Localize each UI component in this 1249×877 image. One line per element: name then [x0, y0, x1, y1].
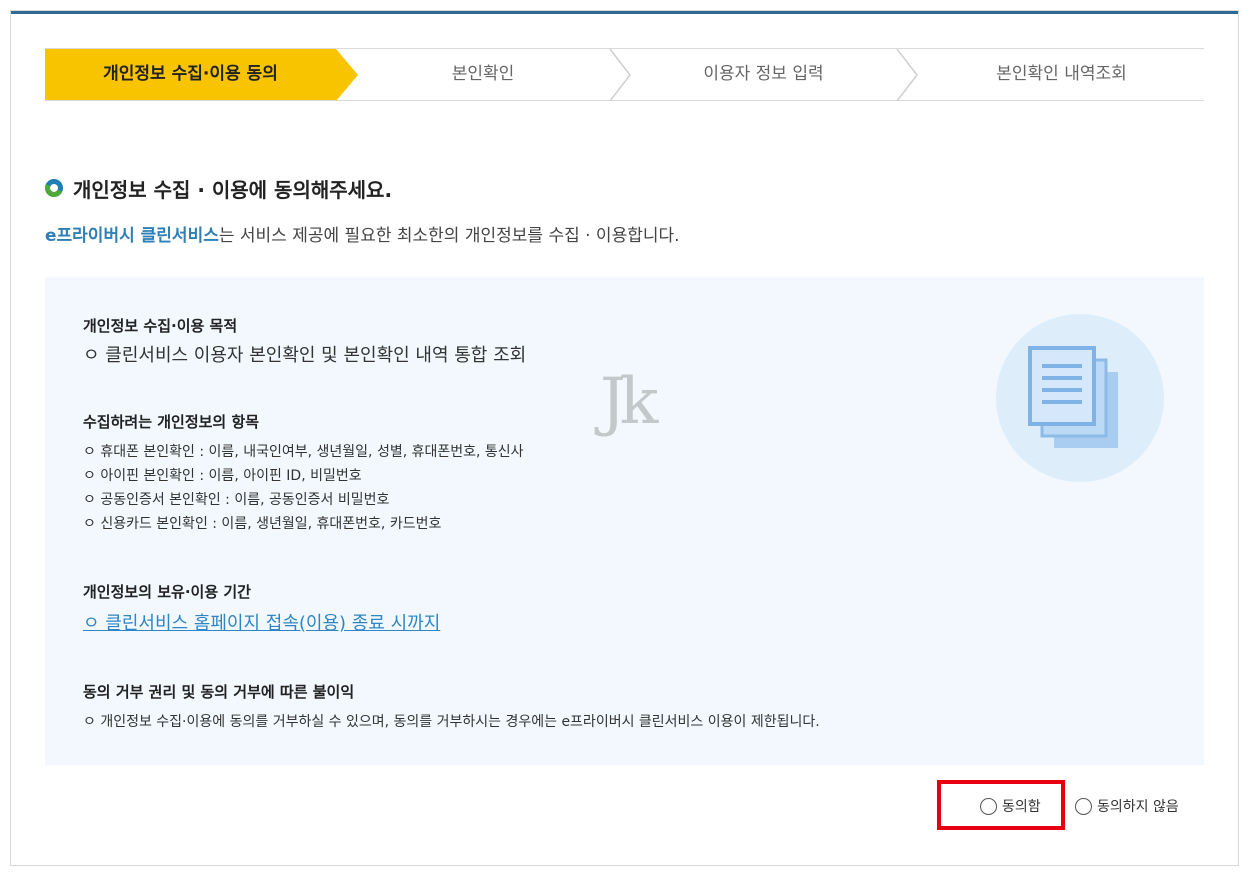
retention-period-link[interactable]: ㅇ 클린서비스 홈페이지 접속(이용) 종료 시까지 — [83, 610, 440, 638]
section-title: 개인정보 수집·이용 목적 — [83, 317, 238, 335]
section-purpose: 개인정보 수집·이용 목적 ㅇ 클린서비스 이용자 본인확인 및 본인확인 내역… — [83, 315, 526, 368]
watermark-logo: Jk — [600, 365, 658, 439]
section-line: ㅇ 공동인증서 본인확인 : 이름, 공동인증서 비밀번호 — [83, 492, 390, 508]
highlight-box — [937, 780, 1065, 830]
step-label: 이용자 정보 입력 — [703, 64, 824, 84]
progress-steps: 개인정보 수집·이용 동의 본인확인 이용자 정보 입력 본인확인 내역조회 — [45, 48, 1204, 101]
section-retention: 개인정보의 보유·이용 기간 ㅇ 클린서비스 홈페이지 접속(이용) 종료 시까… — [83, 581, 440, 638]
section-title: 동의 거부 권리 및 동의 거부에 따른 불이익 — [83, 683, 355, 701]
section-items: 수집하려는 개인정보의 항목 ㅇ 휴대폰 본인확인 : 이름, 내국인여부, 생… — [83, 411, 524, 536]
section-line: ㅇ 휴대폰 본인확인 : 이름, 내국인여부, 생년월일, 성별, 휴대폰번호,… — [83, 444, 524, 460]
subtitle-text: 는 서비스 제공에 필요한 최소한의 개인정보를 수집 · 이용합니다. — [218, 226, 680, 246]
section-title: 개인정보의 보유·이용 기간 — [83, 583, 251, 601]
top-accent-line — [11, 11, 1238, 14]
section-line: ㅇ 아이핀 본인확인 : 이름, 아이핀 ID, 비밀번호 — [83, 468, 362, 484]
consent-info-box: Jk 개인정보 수집·이용 목적 ㅇ 클린서비스 이용자 본인확인 및 본인확인… — [45, 277, 1204, 765]
section-line: ㅇ 클린서비스 이용자 본인확인 및 본인확인 내역 통합 조회 — [83, 345, 527, 366]
step-user-info: 이용자 정보 입력 — [632, 49, 895, 100]
page-title: 개인정보 수집 · 이용에 동의해주세요. — [73, 177, 393, 202]
step-chevron-icon — [896, 49, 918, 101]
brand-name: e프라이버시 클린서비스 — [45, 226, 219, 246]
section-line: ㅇ 신용카드 본인확인 : 이름, 생년월일, 휴대폰번호, 카드번호 — [83, 516, 442, 532]
section-line: ㅇ 개인정보 수집·이용에 동의를 거부하실 수 있으며, 동의를 거부하시는 … — [83, 714, 820, 730]
step-label: 개인정보 수집·이용 동의 — [103, 64, 278, 84]
step-identity-check: 본인확인 — [358, 49, 608, 100]
section-title: 수집하려는 개인정보의 항목 — [83, 413, 260, 431]
step-label: 본인확인 — [451, 64, 515, 84]
step-history: 본인확인 내역조회 — [919, 49, 1204, 100]
document-illustration — [996, 314, 1164, 482]
step-consent: 개인정보 수집·이용 동의 — [45, 49, 336, 100]
step-active-arrow — [336, 49, 358, 101]
page-heading: 개인정보 수집 · 이용에 동의해주세요. — [45, 174, 392, 202]
ring-bullet-icon — [45, 179, 63, 197]
section-refusal: 동의 거부 권리 및 동의 거부에 따른 불이익 ㅇ 개인정보 수집·이용에 동… — [83, 681, 820, 734]
disagree-option[interactable]: 동의하지 않음 — [1075, 791, 1179, 821]
disagree-radio[interactable] — [1075, 797, 1092, 815]
step-label: 본인확인 내역조회 — [996, 64, 1127, 84]
step-chevron-icon — [609, 49, 631, 101]
page-subtitle: e프라이버시 클린서비스는 서비스 제공에 필요한 최소한의 개인정보를 수집 … — [45, 221, 680, 246]
main-frame: 개인정보 수집·이용 동의 본인확인 이용자 정보 입력 본인확인 내역조회 개… — [10, 10, 1239, 866]
disagree-label: 동의하지 않음 — [1097, 799, 1179, 815]
documents-icon — [1028, 346, 1118, 448]
